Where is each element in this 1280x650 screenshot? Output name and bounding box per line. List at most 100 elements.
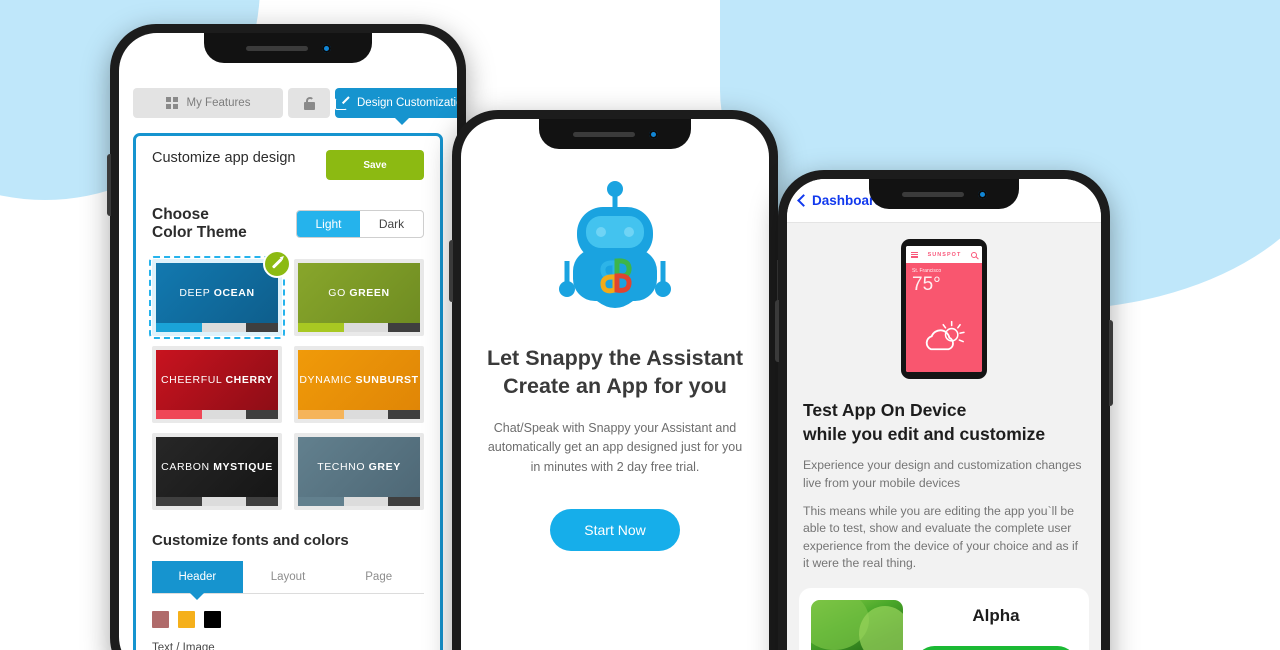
phone-right-test-on-device: Dashboard Test App On Device SUNSPOT St.… <box>775 170 1113 650</box>
tab-my-features[interactable]: My Features <box>133 88 283 118</box>
theme-name: TECHNO GREY <box>317 460 401 473</box>
phone3-heading: Test App On Device while you edit and cu… <box>803 399 1085 446</box>
phone2-notch <box>539 119 691 149</box>
font-tab-layout[interactable]: Layout <box>243 561 334 593</box>
theme-color-bars <box>156 322 278 332</box>
theme-name: CHEERFUL CHERRY <box>160 373 274 386</box>
phone2-screen: Let Snappy the Assistant Create an App f… <box>461 119 769 650</box>
phone2-heading: Let Snappy the Assistant Create an App f… <box>487 345 743 401</box>
phone3-text-block: Test App On Device while you edit and cu… <box>787 393 1101 572</box>
color-swatch-row <box>152 610 424 628</box>
snappy-robot-icon <box>559 181 671 308</box>
page-title: Customize app design <box>152 150 296 166</box>
font-tab-page[interactable]: Page <box>333 561 424 593</box>
app-card-body: Alpha Test Your App <box>915 600 1077 650</box>
theme-name: DEEP OCEAN <box>179 286 255 299</box>
theme-card[interactable]: TECHNO GREY <box>294 432 424 510</box>
app-card-alpha[interactable]: Alpha Test Your App <box>799 588 1089 650</box>
choose-color-theme-label: Choose Color Theme <box>152 206 247 243</box>
theme-name: GO GREEN <box>328 286 390 299</box>
preview-weather-panel: St. Francisco 75° <box>906 263 982 372</box>
save-button[interactable]: Save <box>326 150 424 180</box>
preview-screen: SUNSPOT St. Francisco 75° <box>906 246 982 372</box>
grid-icon <box>165 97 178 109</box>
theme-grid: DEEP OCEAN GO GREEN CHEERFUL CHERRY DYNAMIC… <box>149 249 424 510</box>
phone3-paragraph-2: This means while you are editing the app… <box>803 503 1079 570</box>
theme-thumbnail: DEEP OCEAN <box>156 262 278 323</box>
theme-color-bars <box>298 496 420 506</box>
phone-left-design-customization: My Features Design Customization Customi… <box>107 24 469 650</box>
camera-icon <box>321 43 331 53</box>
font-tab-header[interactable]: Header <box>152 560 243 593</box>
light-dark-toggle[interactable]: Light Dark <box>296 210 424 239</box>
choose-color-theme-row: Choose Color Theme Light Dark <box>152 206 424 243</box>
choose-line-2: Color Theme <box>152 224 247 242</box>
theme-card[interactable]: GO GREEN <box>294 258 424 336</box>
theme-card[interactable]: CARBON MYSTIQUE <box>152 432 282 510</box>
app-thumbnail <box>811 600 903 650</box>
theme-color-bars <box>298 409 420 419</box>
speaker-icon <box>901 191 964 197</box>
phone1-screen: My Features Design Customization Customi… <box>119 33 457 650</box>
theme-color-bars <box>156 496 278 506</box>
theme-card[interactable]: DEEP OCEAN <box>149 249 291 339</box>
phone3-content: SUNSPOT St. Francisco 75° Test App On De… <box>787 223 1101 650</box>
tab-design-customization-label: Design Customization <box>357 97 457 109</box>
color-swatch[interactable] <box>178 610 195 628</box>
theme-thumbnail: TECHNO GREY <box>298 436 420 497</box>
preview-temperature: 75° <box>912 274 941 295</box>
edit-theme-button[interactable] <box>263 249 291 278</box>
pencil-square-icon <box>335 95 350 110</box>
toggle-dark[interactable]: Dark <box>360 211 423 237</box>
app-name: Alpha <box>972 606 1020 626</box>
speaker-icon <box>572 131 635 137</box>
font-tabs: Header Layout Page <box>152 560 424 594</box>
preview-appbar: SUNSPOT <box>906 246 982 263</box>
customize-design-card: Customize app design Save Choose Color T… <box>133 133 443 650</box>
color-swatch[interactable] <box>204 610 221 628</box>
phone2-paragraph: Chat/Speak with Snappy your Assistant an… <box>487 420 743 474</box>
theme-color-bars <box>156 409 278 419</box>
phone1-tabbar: My Features Design Customization <box>119 88 457 118</box>
sun-cloud-icon <box>925 320 965 351</box>
theme-card[interactable]: DYNAMIC SUNBURST <box>294 345 424 423</box>
phone3-heading-line1: Test App On Device <box>803 400 967 420</box>
choose-line-1: Choose <box>152 206 209 223</box>
test-your-app-button[interactable]: Test Your App <box>915 646 1077 650</box>
color-swatch[interactable] <box>152 610 169 628</box>
toggle-light[interactable]: Light <box>297 211 360 238</box>
speaker-icon <box>245 45 308 51</box>
theme-name: CARBON MYSTIQUE <box>161 460 273 473</box>
device-preview-wrapper: SUNSPOT St. Francisco 75° <box>787 223 1101 393</box>
phone3-heading-line2: while you edit and customize <box>803 423 1046 444</box>
phone2-heading-line2: Create an App for you <box>503 373 727 398</box>
theme-thumbnail: CHEERFUL CHERRY <box>156 349 278 410</box>
camera-icon <box>648 129 658 139</box>
phone2-content: Let Snappy the Assistant Create an App f… <box>461 119 769 650</box>
lock-icon <box>303 96 315 110</box>
theme-name: DYNAMIC SUNBURST <box>299 373 419 386</box>
phone2-heading-line1: Let Snappy the Assistant <box>486 346 744 370</box>
phone3-screen: Dashboard Test App On Device SUNSPOT St.… <box>787 179 1101 650</box>
theme-color-bars <box>298 322 420 332</box>
theme-thumbnail: CARBON MYSTIQUE <box>156 436 278 497</box>
phone3-paragraph-1: Experience your design and customization… <box>803 458 1082 490</box>
phone3-notch <box>869 179 1019 209</box>
tab-design-customization[interactable]: Design Customization <box>335 88 457 118</box>
theme-card[interactable]: CHEERFUL CHERRY <box>152 345 282 423</box>
fonts-section-title: Customize fonts and colors <box>152 531 349 549</box>
phone-middle-snappy-assistant: Let Snappy the Assistant Create an App f… <box>449 110 781 650</box>
preview-brand: SUNSPOT <box>927 251 962 258</box>
card-header: Customize app design Save <box>152 150 424 180</box>
tab-locked[interactable] <box>288 88 330 118</box>
theme-thumbnail: DYNAMIC SUNBURST <box>298 349 420 410</box>
preview-device[interactable]: SUNSPOT St. Francisco 75° <box>901 239 987 379</box>
camera-icon <box>977 189 987 199</box>
theme-thumbnail: GO GREEN <box>298 262 420 323</box>
phone1-notch <box>204 33 372 63</box>
start-now-button[interactable]: Start Now <box>550 509 680 551</box>
hamburger-icon <box>911 251 918 258</box>
search-icon <box>970 251 977 258</box>
text-image-label: Text / Image <box>152 641 215 650</box>
tab-my-features-label: My Features <box>186 97 251 109</box>
